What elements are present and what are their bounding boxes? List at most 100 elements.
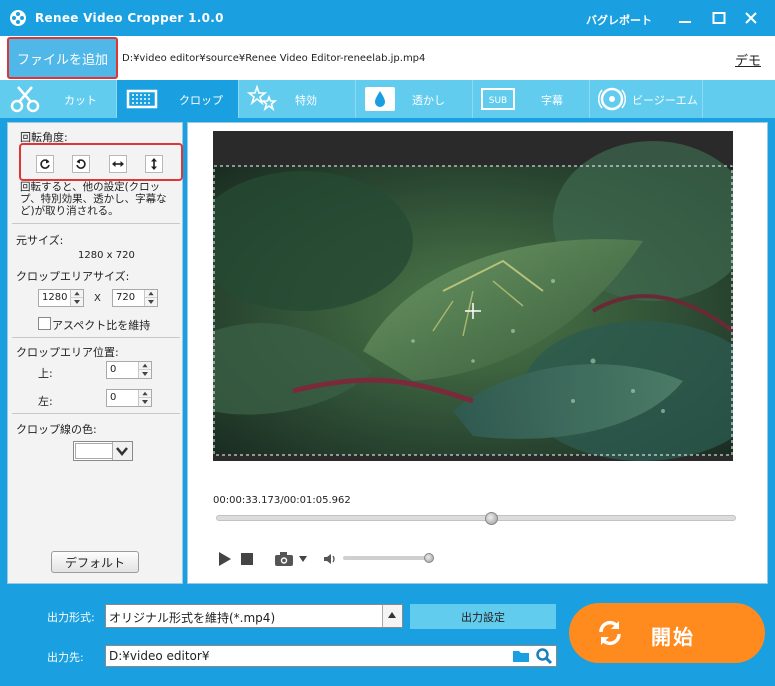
subtitle-icon: SUB: [481, 88, 515, 110]
aspect-ratio-checkbox[interactable]: [38, 317, 51, 330]
rotate-counterclockwise-button[interactable]: [72, 155, 90, 173]
app-title: Renee Video Cropper 1.0.0: [35, 11, 224, 25]
destination-field[interactable]: D:¥video editor¥: [105, 645, 557, 667]
rotate-clockwise-button[interactable]: [36, 155, 54, 173]
bug-report-link[interactable]: バグレポート: [586, 12, 652, 28]
left-arrows: [138, 390, 151, 406]
output-settings-label: 出力設定: [461, 610, 505, 624]
tab-crop[interactable]: クロップ: [117, 80, 239, 118]
destination-value: D:¥video editor¥: [109, 649, 210, 663]
output-settings-button[interactable]: 出力設定: [410, 604, 556, 629]
tab-cut[interactable]: カット: [0, 80, 117, 118]
crop-position-label: クロップエリア位置:: [16, 346, 119, 359]
arrow-down-icon[interactable]: [139, 398, 151, 406]
crop-x-separator: X: [94, 293, 101, 304]
left-stepper[interactable]: 0: [106, 389, 152, 407]
aspect-ratio-label: アスペクト比を維持: [52, 319, 151, 332]
video-preview[interactable]: [213, 131, 733, 461]
tab-effects-label: 特効: [295, 94, 317, 107]
crop-height-value: 720: [116, 292, 136, 303]
stop-icon[interactable]: [241, 553, 253, 565]
left-value: 0: [110, 392, 117, 403]
file-row: ファイルを追加 D:¥video editor¥source¥Renee Vid…: [0, 36, 775, 80]
top-label: 上:: [38, 367, 53, 380]
crop-size-label: クロップエリアサイズ:: [16, 270, 130, 283]
volume-icon[interactable]: [323, 552, 337, 566]
effects-icon: [247, 84, 278, 112]
time-display: 00:00:33.173/00:01:05.962: [213, 495, 351, 506]
volume-thumb[interactable]: [424, 553, 434, 563]
svg-text:SUB: SUB: [489, 96, 507, 106]
crop-icon: [126, 89, 158, 109]
tab-cut-label: カット: [64, 94, 97, 107]
camera-icon[interactable]: [274, 551, 294, 567]
left-label: 左:: [38, 395, 53, 408]
refresh-icon: [599, 620, 621, 646]
tab-bgm[interactable]: ビージーエム: [590, 80, 703, 118]
maximize-icon[interactable]: [710, 9, 728, 27]
current-time: 00:00:33.173: [213, 495, 281, 506]
start-button-label: 開始: [651, 625, 695, 649]
arrow-up-icon[interactable]: [145, 290, 157, 298]
flip-vertical-button[interactable]: [145, 155, 163, 173]
flip-vertical-icon: [151, 158, 157, 170]
crop-width-value: 1280: [42, 292, 68, 303]
rotate-cw-icon: [40, 159, 50, 169]
flip-horizontal-icon: [112, 161, 124, 167]
volume-slider[interactable]: [343, 556, 429, 560]
line-color-swatch: [75, 443, 113, 459]
minimize-icon[interactable]: [676, 9, 694, 27]
crop-width-stepper[interactable]: 1280: [38, 289, 84, 307]
file-path: D:¥video editor¥source¥Renee Video Edito…: [122, 53, 426, 64]
output-format-select[interactable]: オリジナル形式を維持(*.mp4): [105, 604, 403, 628]
arrow-down-icon[interactable]: [145, 298, 157, 306]
app-logo-icon: [10, 10, 26, 26]
seek-thumb[interactable]: [485, 512, 499, 525]
rotate-ccw-icon: [76, 159, 86, 169]
top-arrows: [138, 362, 151, 378]
separator: [12, 413, 180, 414]
crop-width-arrows: [70, 290, 83, 306]
output-format-dropdown[interactable]: [382, 605, 402, 627]
tab-watermark-label: 透かし: [412, 94, 445, 107]
watermark-icon: [365, 87, 395, 111]
tab-effects[interactable]: 特効: [239, 80, 356, 118]
crop-height-stepper[interactable]: 720: [112, 289, 158, 307]
arrow-up-icon[interactable]: [71, 290, 83, 298]
line-color-dropdown[interactable]: [112, 442, 132, 460]
play-icon[interactable]: [218, 551, 232, 567]
line-color-label: クロップ線の色:: [16, 423, 97, 436]
top-stepper[interactable]: 0: [106, 361, 152, 379]
flip-horizontal-button[interactable]: [109, 155, 127, 173]
arrow-up-icon[interactable]: [139, 390, 151, 398]
tab-crop-label: クロップ: [179, 94, 223, 107]
original-size-label: 元サイズ:: [16, 234, 64, 247]
format-label: 出力形式:: [47, 611, 95, 624]
line-color-picker[interactable]: [73, 441, 133, 461]
arrow-down-icon[interactable]: [139, 370, 151, 378]
arrow-up-icon[interactable]: [139, 362, 151, 370]
add-file-label: ファイルを追加: [16, 52, 108, 68]
destination-label: 出力先:: [47, 651, 84, 664]
crop-settings-panel: 回転角度: 回転すると、他の設定(クロップ、特別効果、透かし、字幕など)が取り消…: [7, 122, 183, 584]
close-icon[interactable]: [742, 9, 760, 27]
total-time: 00:01:05.962: [283, 495, 351, 506]
demo-link[interactable]: デモ: [735, 50, 761, 69]
seek-bar[interactable]: [216, 515, 736, 521]
snapshot-dropdown-icon[interactable]: [298, 555, 308, 563]
folder-icon[interactable]: [512, 648, 530, 664]
rotation-note: 回転すると、他の設定(クロップ、特別効果、透かし、字幕など)が取り消される。: [20, 181, 167, 217]
start-button[interactable]: 開始: [569, 603, 765, 663]
arrow-down-icon[interactable]: [71, 298, 83, 306]
separator: [12, 223, 180, 224]
output-format-value: オリジナル形式を維持(*.mp4): [109, 611, 276, 625]
top-value: 0: [110, 364, 117, 375]
tab-watermark[interactable]: 透かし: [356, 80, 473, 118]
add-file-button[interactable]: ファイルを追加: [7, 37, 118, 79]
tab-subtitle-label: 字幕: [541, 94, 563, 107]
rotation-buttons: [19, 143, 183, 181]
crop-height-arrows: [144, 290, 157, 306]
tab-subtitle[interactable]: SUB 字幕: [473, 80, 590, 118]
search-icon[interactable]: [535, 647, 553, 665]
default-button[interactable]: デフォルト: [51, 551, 139, 573]
